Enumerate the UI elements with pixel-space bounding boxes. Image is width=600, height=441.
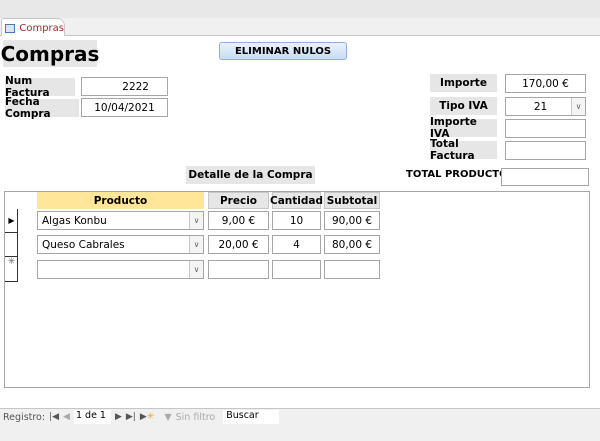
precio-field[interactable]: 9,00 €	[208, 211, 269, 230]
detalle-compra-label: Detalle de la Compra	[186, 166, 315, 184]
chevron-down-icon[interactable]: ∨	[189, 261, 203, 278]
total-factura-label: Total Factura	[430, 138, 497, 162]
chevron-down-icon[interactable]: ∨	[571, 98, 585, 115]
column-header-cantidad[interactable]: Cantidad	[270, 192, 323, 209]
tipo-iva-label: Tipo IVA	[430, 97, 497, 115]
producto-value: Queso Cabrales	[42, 238, 125, 251]
form-title: Compras	[0, 40, 100, 67]
num-factura-label: Num Factura	[5, 75, 75, 99]
num-factura-field[interactable]: 2222	[81, 77, 168, 96]
previous-record-icon[interactable]: ◀	[63, 412, 70, 422]
cantidad-field[interactable]	[272, 260, 321, 279]
cantidad-field[interactable]: 10	[272, 211, 321, 230]
tab-bar	[0, 18, 600, 36]
new-record-icon[interactable]: ▶✳	[140, 412, 154, 422]
form-icon	[5, 23, 16, 33]
first-record-icon[interactable]: |◀	[49, 412, 59, 422]
importe-label: Importe	[430, 74, 497, 92]
column-header-precio[interactable]: Precio	[208, 192, 269, 209]
tipo-iva-combo[interactable]: 21 ∨	[505, 97, 586, 116]
next-record-icon[interactable]: ▶	[115, 412, 122, 422]
registro-label: Registro:	[3, 411, 46, 423]
subtotal-field[interactable]: 80,00 €	[324, 235, 380, 254]
column-header-producto[interactable]: Producto	[37, 192, 204, 209]
record-navigation-bar: Registro: |◀ ◀ 1 de 1 ▶ ▶| ▶✳ ▼ Sin filt…	[0, 408, 600, 425]
chevron-down-icon[interactable]: ∨	[189, 212, 203, 229]
tab-label: Compras	[19, 22, 64, 34]
subtotal-field[interactable]	[324, 260, 380, 279]
tab-compras[interactable]: Compras	[1, 18, 65, 37]
subtotal-field[interactable]: 90,00 €	[324, 211, 380, 230]
new-record-icon[interactable]: ✳	[5, 257, 18, 282]
importe-iva-label: Importe IVA	[430, 116, 497, 140]
producto-combo[interactable]: Algas Konbu ∨	[37, 211, 204, 230]
total-factura-field[interactable]	[505, 141, 586, 160]
filter-status[interactable]: Sin filtro	[176, 412, 216, 423]
total-productos-field[interactable]	[501, 168, 589, 186]
top-strip	[0, 0, 600, 18]
search-input[interactable]: Buscar	[223, 410, 280, 424]
producto-combo[interactable]: ∨	[37, 260, 204, 279]
total-productos-label: TOTAL PRODUCTOS	[406, 169, 515, 180]
precio-field[interactable]	[208, 260, 269, 279]
importe-iva-field[interactable]	[505, 119, 586, 138]
cantidad-field[interactable]: 4	[272, 235, 321, 254]
record-position-input[interactable]: 1 de 1	[73, 410, 111, 424]
last-record-icon[interactable]: ▶|	[126, 412, 136, 422]
record-selector[interactable]	[5, 233, 18, 257]
chevron-down-icon[interactable]: ∨	[189, 236, 203, 253]
tipo-iva-value: 21	[533, 100, 548, 113]
column-header-subtotal[interactable]: Subtotal	[324, 192, 380, 209]
producto-combo[interactable]: Queso Cabrales ∨	[37, 235, 204, 254]
fecha-compra-field[interactable]: 10/04/2021	[81, 98, 168, 117]
importe-field[interactable]: 170,00 €	[505, 74, 586, 93]
precio-field[interactable]: 20,00 €	[208, 235, 269, 254]
record-selector-current[interactable]: ▶	[5, 209, 18, 233]
filter-icon[interactable]: ▼	[164, 412, 171, 423]
fecha-compra-label: Fecha Compra	[5, 96, 79, 120]
eliminar-nulos-button[interactable]: ELIMINAR NULOS	[219, 42, 347, 60]
producto-value: Algas Konbu	[42, 214, 107, 227]
